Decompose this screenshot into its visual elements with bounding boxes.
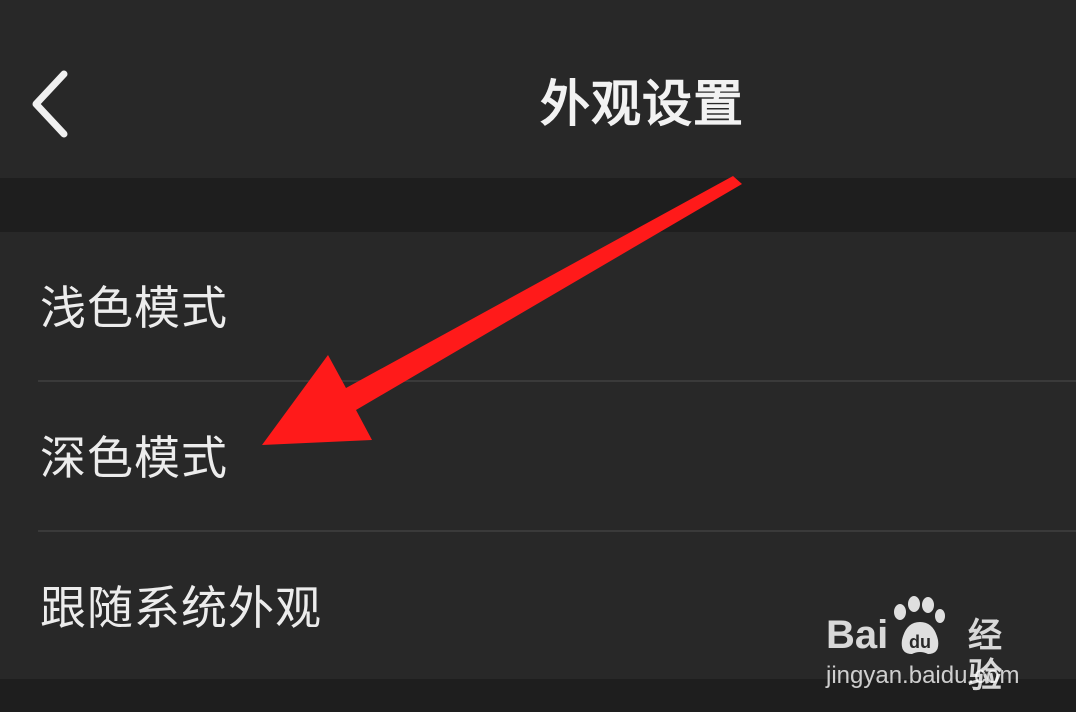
section-gap [0, 178, 1076, 232]
paw-icon: du [894, 596, 945, 654]
option-dark-mode[interactable]: 深色模式 [38, 382, 1076, 532]
svg-text:du: du [909, 632, 931, 652]
option-label: 跟随系统外观 [40, 581, 322, 635]
appearance-settings-screen: 外观设置 浅色模式 深色模式 跟随系统外观 Bai du 经验 jingyan.… [0, 0, 1076, 712]
navigation-header: 外观设置 [0, 0, 1076, 178]
page-title: 外观设置 [540, 75, 744, 133]
option-label: 深色模式 [40, 431, 228, 485]
watermark-brand: Bai [826, 613, 889, 657]
baidu-watermark: Bai du 经验 jingyan.baidu.com [826, 596, 1026, 696]
option-light-mode[interactable]: 浅色模式 [38, 232, 1076, 382]
watermark-url: jingyan.baidu.com [826, 662, 1020, 689]
option-label: 浅色模式 [40, 281, 228, 335]
